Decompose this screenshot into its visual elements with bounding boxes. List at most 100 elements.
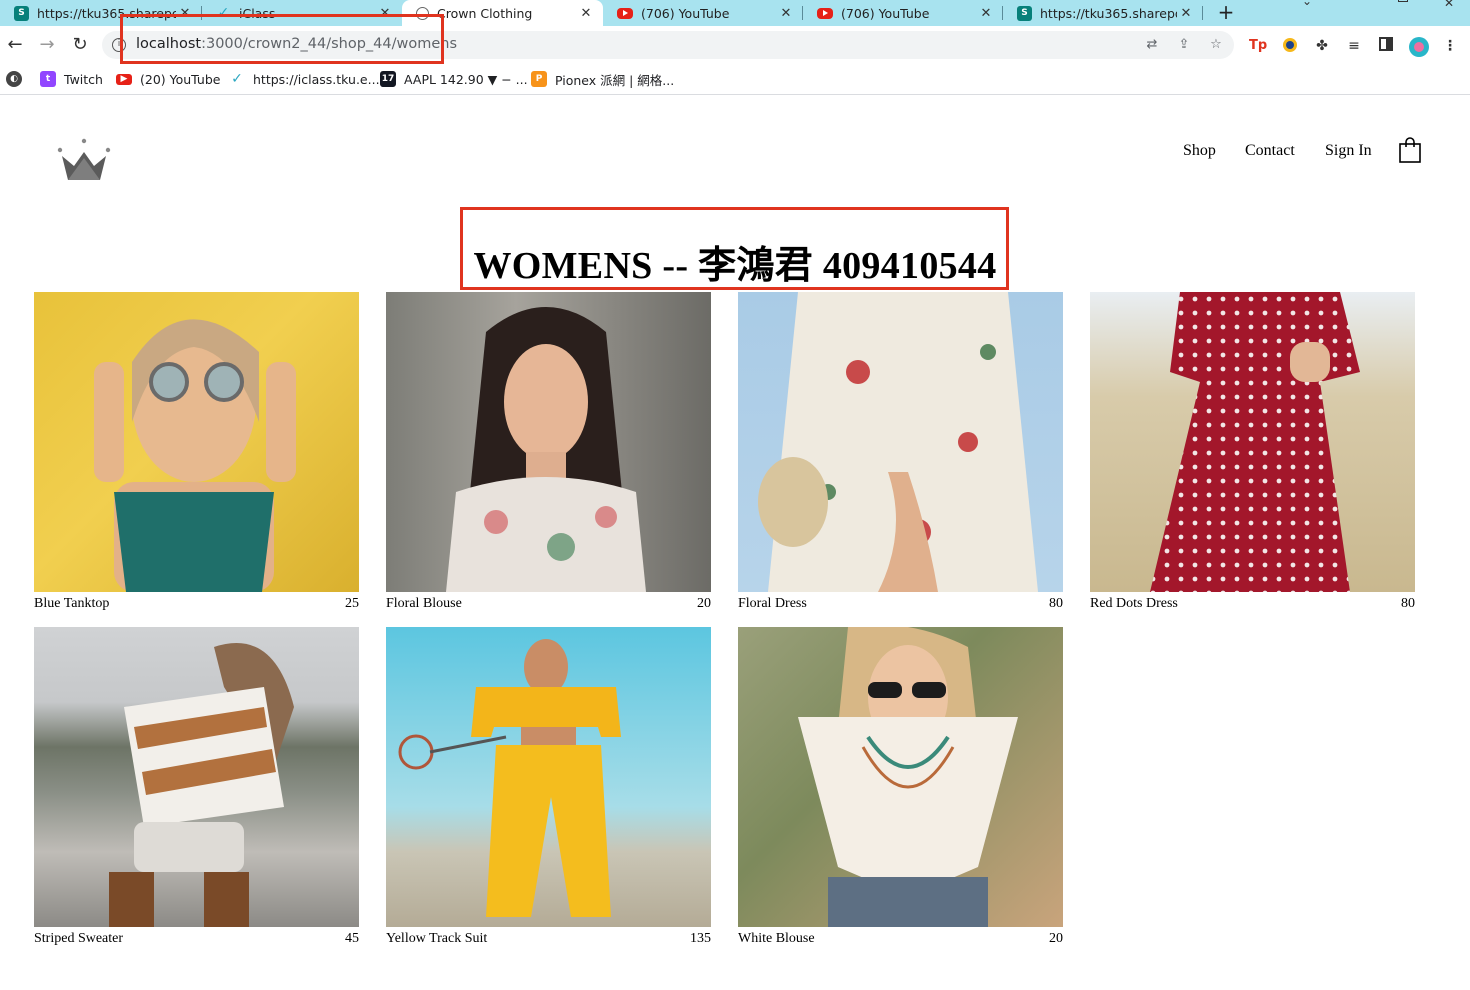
sharepoint-icon: S	[1017, 5, 1032, 21]
warriors-extension-icon[interactable]	[1281, 37, 1299, 55]
product-price: 25	[345, 596, 359, 611]
floral-dress-illustration	[758, 292, 1038, 592]
bookmark-label: https://iclass.tku.e...	[253, 71, 380, 87]
youtube-icon	[617, 7, 633, 19]
chevron-down-icon[interactable]: ⌄	[1302, 0, 1312, 8]
product-card[interactable]: Yellow Track Suit 135	[386, 627, 711, 947]
share-icon[interactable]: ⇪	[1176, 37, 1192, 53]
tab-title: https://tku365.sharepoi	[1040, 5, 1177, 21]
close-icon[interactable]: ✕	[577, 6, 595, 21]
product-card[interactable]: Blue Tanktop 25	[34, 292, 359, 612]
product-card[interactable]: Floral Blouse 20	[386, 292, 711, 612]
bookmark-iclass[interactable]: ✓ https://iclass.tku.e...	[229, 70, 380, 88]
product-card[interactable]: Red Dots Dress 80	[1090, 292, 1415, 612]
product-image[interactable]	[34, 292, 359, 592]
close-window-icon[interactable]: ✕	[1444, 0, 1454, 10]
tradingview-icon: 17	[380, 71, 396, 87]
product-image[interactable]	[1090, 292, 1415, 592]
profile-avatar-icon[interactable]	[1409, 37, 1429, 57]
product-image[interactable]	[386, 627, 711, 927]
tab-title: Crown Clothing	[437, 5, 533, 21]
nav-contact-link[interactable]: Contact	[1245, 142, 1295, 160]
forward-icon[interactable]: →	[36, 34, 58, 56]
product-image[interactable]	[738, 292, 1063, 592]
product-footer: Yellow Track Suit 135	[386, 931, 711, 947]
yellow-tracksuit-illustration	[398, 639, 621, 917]
product-image[interactable]	[34, 627, 359, 927]
shopping-bag-icon[interactable]	[1398, 136, 1422, 164]
sharepoint-icon: S	[14, 5, 29, 21]
woman-sunglasses-illustration	[94, 319, 296, 592]
tab-title: (706) YouTube	[641, 5, 730, 21]
bookmark-aapl[interactable]: 17 AAPL 142.90 ▼ − ...	[380, 70, 528, 88]
pionex-icon: P	[531, 71, 547, 87]
product-footer: White Blouse 20	[738, 931, 1063, 947]
youtube-icon	[817, 7, 833, 19]
product-name: Blue Tanktop	[34, 596, 110, 611]
reading-list-icon[interactable]: ≡	[1345, 37, 1363, 55]
product-footer: Floral Dress 80	[738, 596, 1063, 612]
translate-icon[interactable]: ⇄	[1144, 37, 1160, 53]
crown-logo-icon[interactable]	[56, 138, 112, 182]
product-name: Floral Dress	[738, 596, 807, 611]
striped-sweater-illustration	[109, 643, 294, 927]
title-highlight-box	[460, 207, 1009, 290]
bookmark-youtube[interactable]: ▶ (20) YouTube	[116, 70, 220, 88]
shop-page: Shop Contact Sign In WOMENS -- 李鴻君 40941…	[0, 96, 1470, 990]
product-card[interactable]: White Blouse 20	[738, 627, 1063, 947]
product-price: 80	[1049, 596, 1063, 611]
bookmarks-bar: ◐ t Twitch ▶ (20) YouTube ✓ https://icla…	[0, 64, 1470, 95]
product-footer: Blue Tanktop 25	[34, 596, 359, 612]
product-footer: Red Dots Dress 80	[1090, 596, 1415, 612]
white-blouse-illustration	[798, 627, 1018, 927]
menu-kebab-icon[interactable]: ⋮	[1441, 37, 1459, 55]
side-panel-icon[interactable]	[1377, 37, 1395, 55]
iclass-icon: ✓	[231, 71, 243, 87]
product-name: White Blouse	[738, 931, 815, 946]
reload-icon[interactable]: ↻	[69, 34, 91, 56]
back-icon[interactable]: ←	[4, 34, 26, 56]
product-footer: Striped Sweater 45	[34, 931, 359, 947]
product-name: Red Dots Dress	[1090, 596, 1178, 611]
nav-sign-in-link[interactable]: Sign In	[1325, 142, 1372, 160]
close-icon[interactable]: ✕	[777, 6, 795, 21]
url-highlight-box	[120, 14, 444, 64]
product-card[interactable]: Floral Dress 80	[738, 292, 1063, 612]
close-icon[interactable]: ✕	[977, 6, 995, 21]
product-price: 45	[345, 931, 359, 946]
tab-title: (706) YouTube	[841, 5, 930, 21]
nav-shop-link[interactable]: Shop	[1183, 142, 1216, 160]
product-price: 135	[690, 931, 711, 946]
apps-icon[interactable]: ◐	[6, 70, 22, 88]
woman-floral-blouse-illustration	[446, 307, 646, 592]
bookmark-label: (20) YouTube	[140, 71, 221, 87]
product-price: 20	[1049, 931, 1063, 946]
tab-sharepoint-2[interactable]: S https://tku365.sharepoi ✕	[1003, 0, 1203, 26]
bookmark-star-icon[interactable]: ☆	[1208, 37, 1224, 53]
product-name: Floral Blouse	[386, 596, 462, 611]
bookmark-label: AAPL 142.90 ▼ − ...	[404, 71, 528, 87]
product-image[interactable]	[738, 627, 1063, 927]
product-footer: Floral Blouse 20	[386, 596, 711, 612]
youtube-icon: ▶	[116, 73, 132, 85]
new-tab-button[interactable]: +	[1214, 0, 1238, 26]
product-name: Striped Sweater	[34, 931, 124, 946]
bookmark-pionex[interactable]: P Pionex 派網 | 網格...	[531, 70, 674, 88]
product-name: Yellow Track Suit	[386, 931, 488, 946]
tp-extension-icon[interactable]: Tp	[1249, 37, 1267, 55]
product-card[interactable]: Striped Sweater 45	[34, 627, 359, 947]
bookmark-twitch[interactable]: t Twitch	[40, 70, 103, 88]
tab-youtube-2[interactable]: (706) YouTube ✕	[803, 0, 1003, 26]
product-price: 20	[697, 596, 711, 611]
red-dots-dress-illustration	[1150, 292, 1360, 592]
tab-separator	[1202, 6, 1203, 20]
product-image[interactable]	[386, 292, 711, 592]
extensions-puzzle-icon[interactable]: ✤	[1313, 37, 1331, 55]
close-icon[interactable]: ✕	[1177, 6, 1195, 21]
maximize-icon[interactable]	[1398, 0, 1408, 2]
twitch-icon: t	[40, 71, 56, 87]
bookmark-label: Pionex 派網 | 網格...	[555, 72, 675, 88]
bookmark-label: Twitch	[64, 71, 103, 87]
tab-youtube-1[interactable]: (706) YouTube ✕	[603, 0, 803, 26]
product-price: 80	[1401, 596, 1415, 611]
